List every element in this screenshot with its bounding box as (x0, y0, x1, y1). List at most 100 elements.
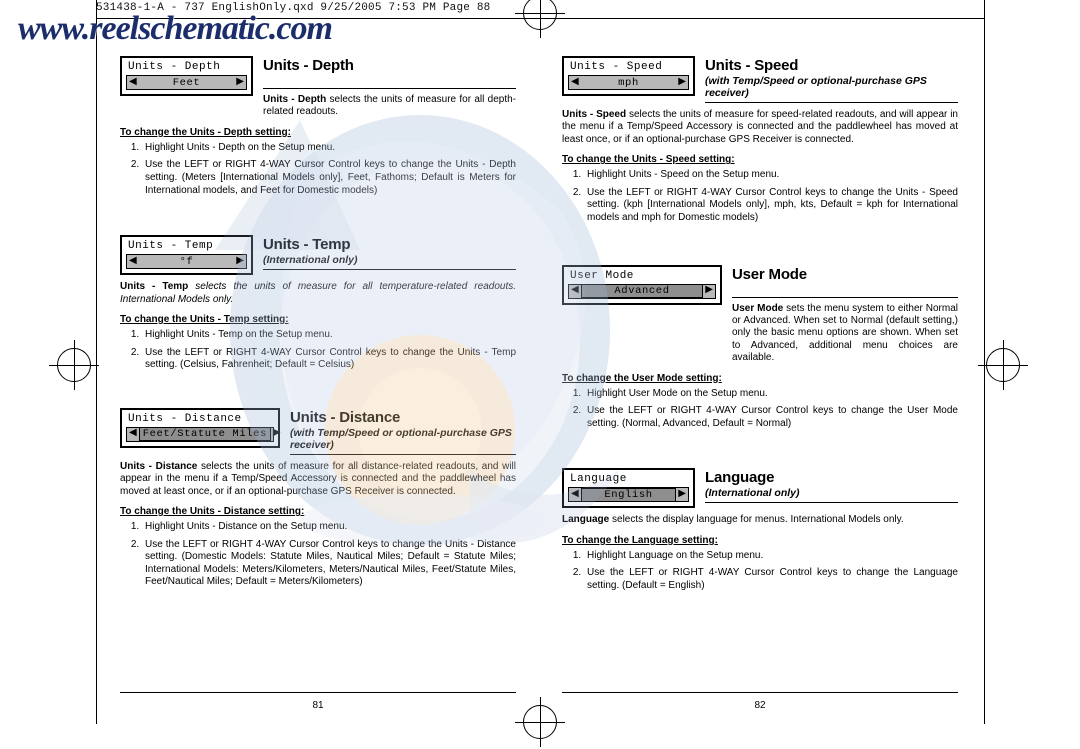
section-heading: User Mode (732, 265, 807, 283)
intro-lead-term: Units - Temp (120, 281, 189, 293)
left-arrow-icon[interactable]: ◀ (129, 429, 137, 439)
steps-list: Highlight Language on the Setup menu. Us… (562, 550, 958, 593)
step-item: Use the LEFT or RIGHT 4-WAY Cursor Contr… (584, 187, 958, 225)
heading-rule (263, 88, 516, 89)
left-arrow-icon[interactable]: ◀ (129, 77, 137, 88)
left-arrow-icon[interactable]: ◀ (571, 286, 579, 296)
right-arrow-icon[interactable]: ▶ (678, 77, 686, 88)
lcd-title: Units - Temp (128, 240, 214, 253)
section-heading: Units - Temp (263, 236, 351, 254)
heading-rule (705, 102, 958, 103)
intro-lead-term: User Mode (732, 302, 784, 314)
print-slug: 531438-1-A - 737 EnglishOnly.qxd 9/25/20… (96, 2, 491, 14)
lcd-widget-user-mode: User Mode ◀ Advanced ▶ (562, 264, 722, 305)
heading-rule (263, 269, 516, 271)
section-title-group: User Mode User Mode sets the menu system… (732, 265, 958, 365)
lcd-title: Units - Distance (128, 412, 242, 425)
lcd-selector-bar[interactable]: ◀ Feet/Statute Miles ▶ (126, 426, 281, 442)
right-arrow-icon[interactable]: ▶ (236, 256, 244, 267)
step-item: Highlight Units - Distance on the Setup … (142, 521, 516, 534)
section-intro: Units - Speed selects the units of measu… (562, 109, 958, 146)
lcd-title: Units - Speed (570, 61, 663, 73)
step-item: Use the LEFT or RIGHT 4-WAY Cursor Contr… (142, 539, 516, 589)
page-right-column: Units - Speed ◀ mph ▶ Units - Speed (wit… (562, 56, 958, 711)
howto-label: To change the Units - Speed setting: (562, 154, 735, 166)
lcd-title: Language (570, 473, 627, 486)
lcd-selected-value: English (580, 487, 677, 502)
lcd-widget-units-temp: Units - Temp ◀ °f ▶ (120, 235, 253, 276)
section-subheading: (International only) (705, 487, 800, 500)
lcd-selector-bar[interactable]: ◀ Feet ▶ (126, 75, 247, 90)
section-intro: Units - Temp selects the units of measur… (120, 281, 516, 306)
left-arrow-icon[interactable]: ◀ (571, 489, 579, 500)
intro-lead-term: Units - Speed (562, 109, 627, 120)
heading-rule (290, 453, 516, 455)
howto-label: To change the Units - Depth setting: (120, 126, 291, 138)
howto-label: To change the Units - Distance setting: (120, 506, 305, 517)
section-units-depth: Units - Depth ◀ Feet ▶ Units - Depth Uni… (120, 56, 516, 197)
lcd-selected-value: Advanced (580, 284, 704, 299)
step-item: Use the LEFT or RIGHT 4-WAY Cursor Contr… (142, 159, 516, 197)
howto-label: To change the Units - Temp setting: (120, 314, 289, 325)
page-footer-rule (120, 692, 516, 693)
steps-list: Highlight Units - Speed on the Setup men… (562, 169, 958, 224)
lcd-widget-units-depth: Units - Depth ◀ Feet ▶ (120, 56, 253, 96)
section-subheading: (with Temp/Speed or optional-purchase GP… (705, 75, 927, 99)
lcd-widget-units-speed: Units - Speed ◀ mph ▶ (562, 56, 695, 96)
section-title-group: Language (International only) (705, 468, 958, 504)
section-units-distance: Units - Distance ◀ Feet/Statute Miles ▶ … (120, 407, 516, 589)
section-intro: Units - Distance selects the units of me… (120, 461, 516, 498)
section-header: Language ◀ English ▶ Language (Internati… (562, 468, 958, 509)
step-item: Highlight Units - Temp on the Setup menu… (142, 329, 516, 342)
step-item: Use the LEFT or RIGHT 4-WAY Cursor Contr… (142, 347, 516, 372)
step-item: Highlight Language on the Setup menu. (584, 550, 958, 563)
lcd-title: User Mode (570, 269, 634, 282)
intro-lead-term: Units - Distance (120, 460, 198, 472)
lcd-selected-value: °f (179, 255, 194, 268)
heading-rule (705, 502, 958, 504)
intro-lead-term: Language (562, 514, 610, 526)
section-title-group: Units - Depth Units - Depth selects the … (263, 56, 516, 119)
steps-list: Highlight User Mode on the Setup menu. U… (562, 388, 958, 431)
steps-list: Highlight Units - Temp on the Setup menu… (120, 329, 516, 372)
section-title-group: Units - Speed (with Temp/Speed or option… (705, 56, 958, 103)
section-title-group: Units - Distance (with Temp/Speed or opt… (290, 408, 516, 455)
left-arrow-icon[interactable]: ◀ (129, 256, 137, 267)
page-footer-rule (562, 692, 958, 693)
heading-rule (732, 296, 958, 298)
howto-label: To change the Language setting: (562, 534, 718, 546)
section-language: Language ◀ English ▶ Language (Internati… (562, 468, 958, 592)
section-units-speed: Units - Speed ◀ mph ▶ Units - Speed (wit… (562, 56, 958, 225)
right-arrow-icon[interactable]: ▶ (236, 77, 244, 88)
left-arrow-icon[interactable]: ◀ (571, 77, 579, 88)
section-user-mode: User Mode ◀ Advanced ▶ User Mode User Mo… (562, 264, 958, 431)
section-header: Units - Speed ◀ mph ▶ Units - Speed (wit… (562, 56, 958, 103)
page-left-column: Units - Depth ◀ Feet ▶ Units - Depth Uni… (120, 56, 516, 711)
steps-list: Highlight Units - Distance on the Setup … (120, 521, 516, 589)
section-header: User Mode ◀ Advanced ▶ User Mode User Mo… (562, 264, 958, 365)
lcd-selected-value: mph (618, 76, 639, 89)
lcd-selector-bar[interactable]: ◀ °f ▶ (126, 254, 247, 270)
section-heading: Language (705, 469, 775, 487)
section-subheading: (International only) (263, 254, 358, 267)
howto-label: To change the User Mode setting: (562, 372, 722, 384)
right-arrow-icon[interactable]: ▶ (705, 286, 713, 296)
section-intro: Units - Depth selects the units of measu… (263, 94, 516, 119)
lcd-selector-bar[interactable]: ◀ Advanced ▶ (568, 283, 716, 299)
lcd-selector-bar[interactable]: ◀ English ▶ (568, 487, 689, 503)
right-arrow-icon[interactable]: ▶ (273, 429, 281, 439)
section-header: Units - Distance ◀ Feet/Statute Miles ▶ … (120, 407, 516, 455)
crop-mark-top-right-vertical (984, 0, 985, 18)
section-heading: Units - Speed (705, 57, 799, 74)
lcd-selected-value: Feet (172, 76, 201, 89)
lcd-selected-value: Feet/Statute Miles (138, 427, 271, 442)
section-subheading: (with Temp/Speed or optional-purchase GP… (290, 426, 512, 451)
step-item: Highlight User Mode on the Setup menu. (584, 388, 958, 401)
page-number-left: 81 (312, 700, 324, 711)
section-heading: Units - Depth (263, 57, 354, 74)
section-title-group: Units - Temp (International only) (263, 235, 516, 271)
step-item: Highlight Units - Speed on the Setup men… (584, 169, 958, 182)
step-item: Use the LEFT or RIGHT 4-WAY Cursor Contr… (584, 567, 958, 592)
right-arrow-icon[interactable]: ▶ (678, 489, 686, 500)
lcd-selector-bar[interactable]: ◀ mph ▶ (568, 75, 689, 90)
